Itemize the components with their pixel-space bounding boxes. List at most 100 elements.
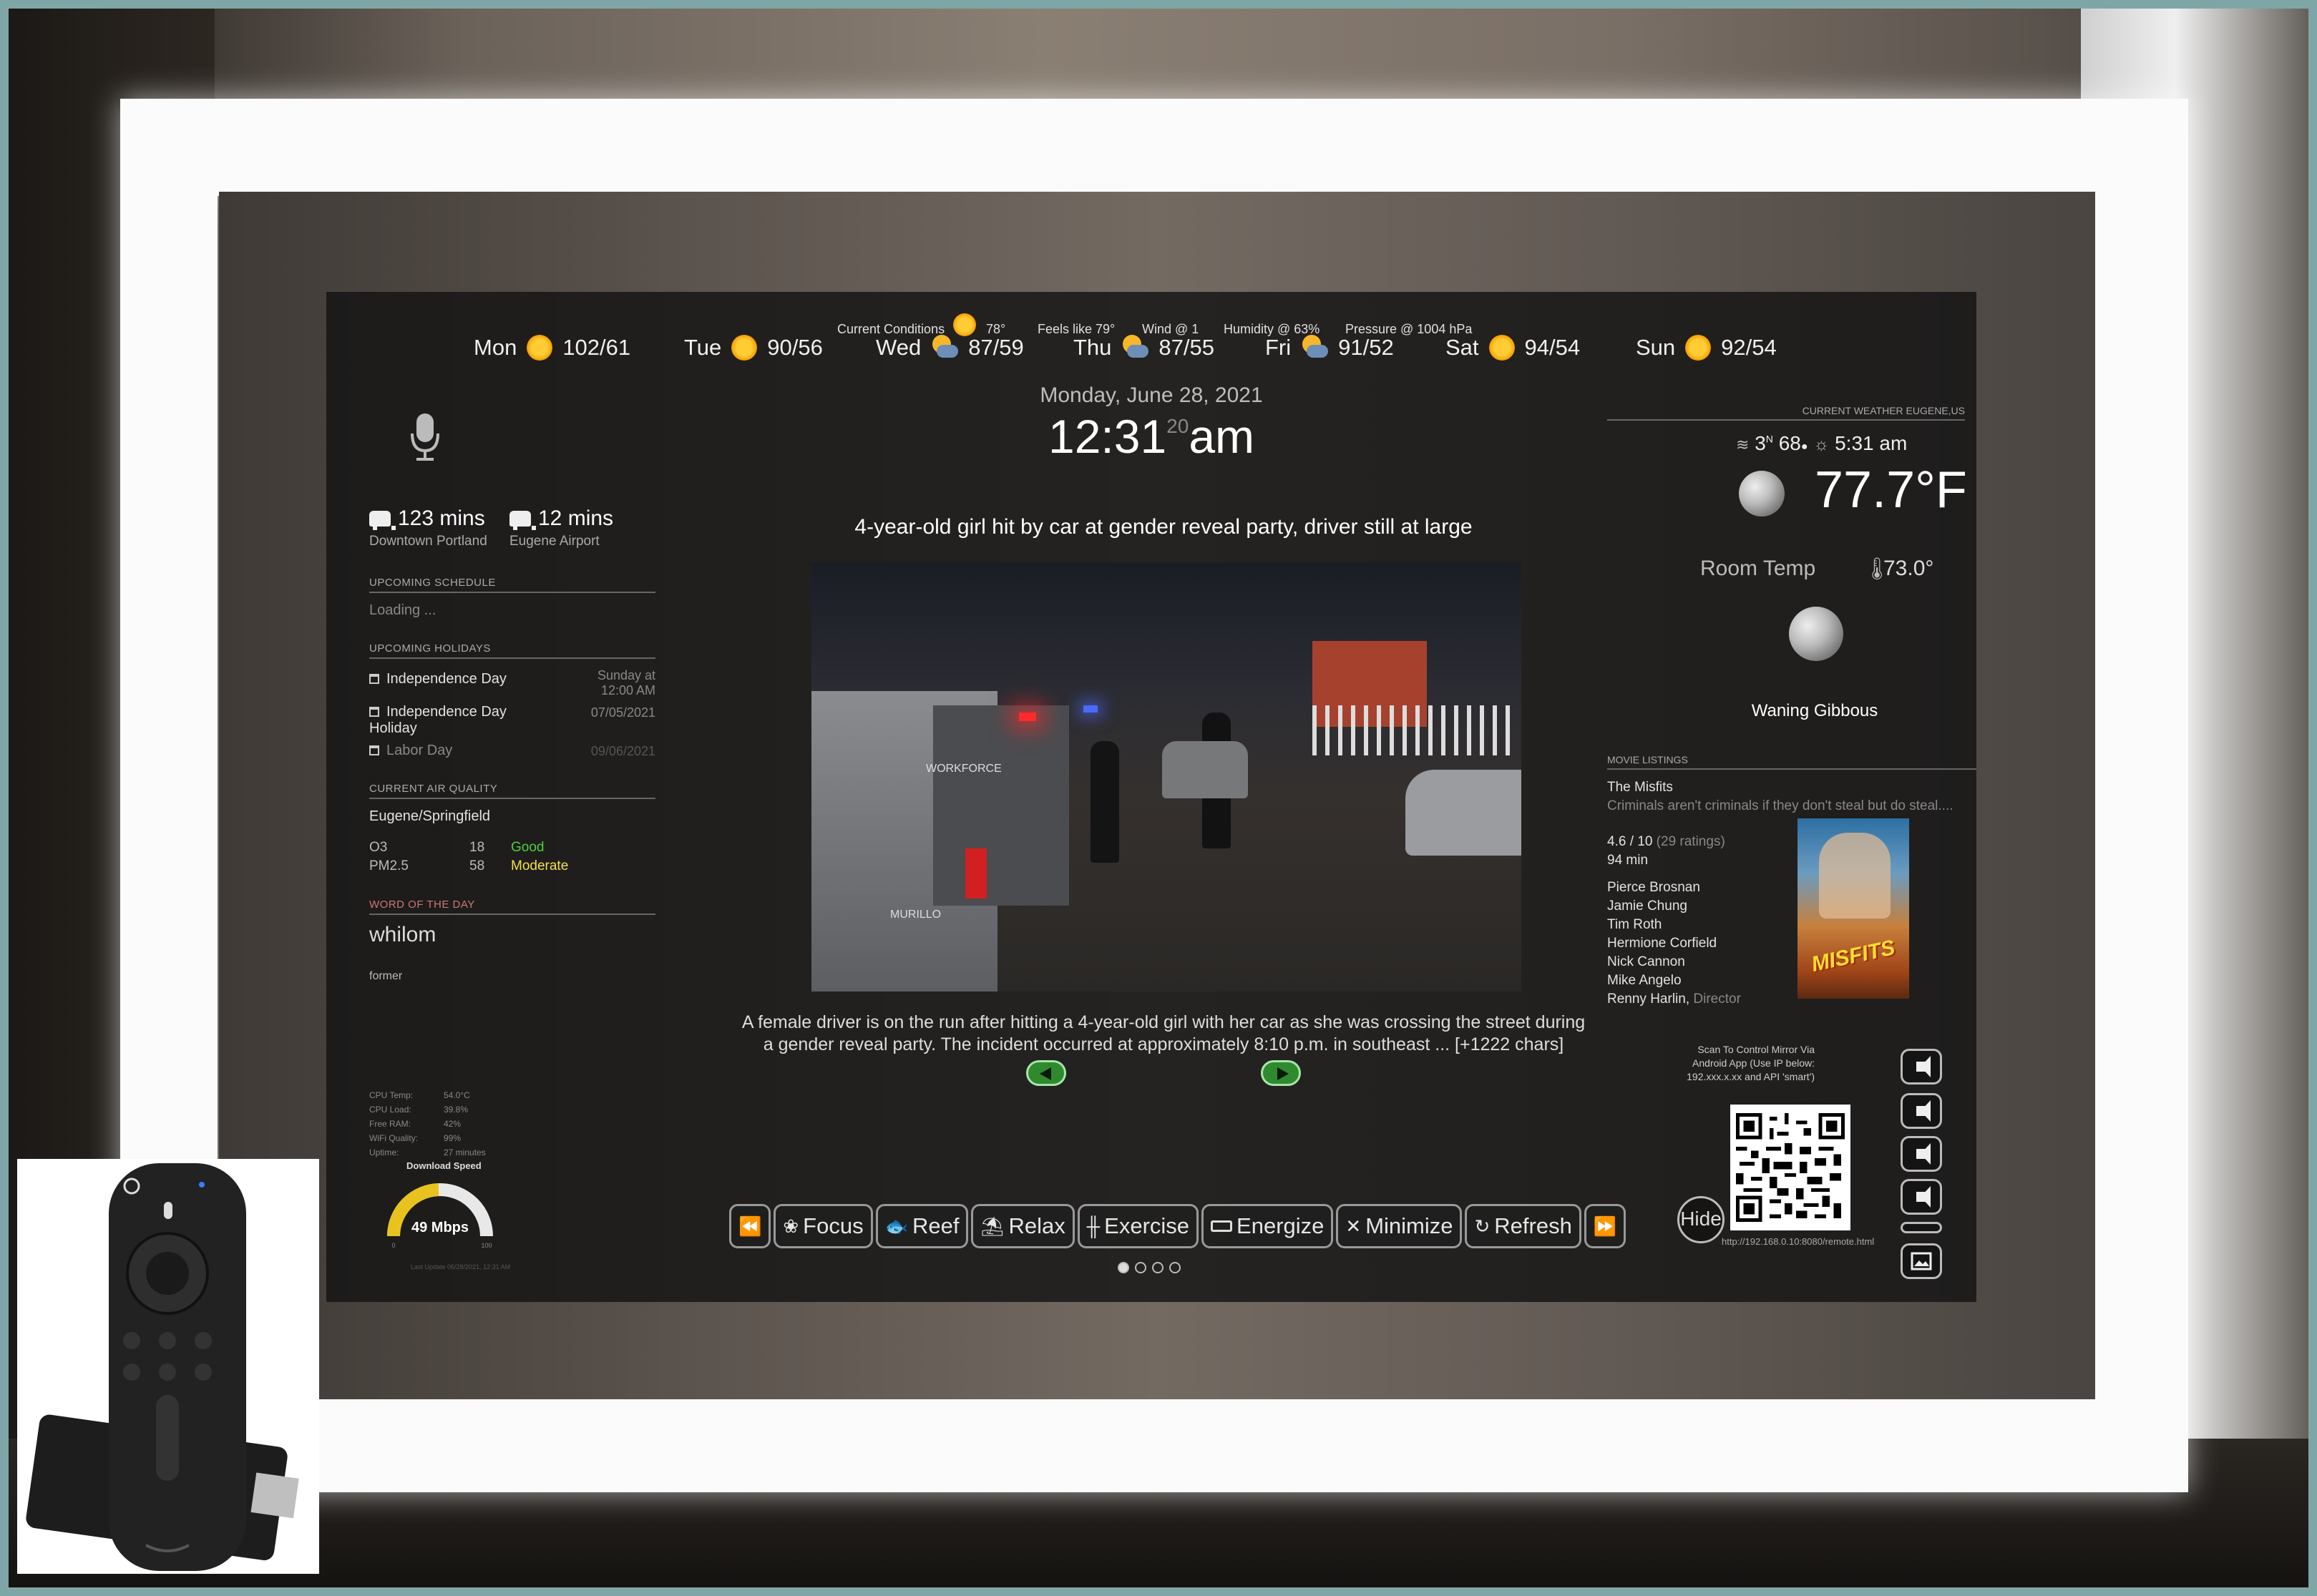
forecast-day: Sat 94/54 (1445, 335, 1580, 361)
next-page-button[interactable]: ⏩ (1584, 1204, 1626, 1248)
forecast-temps: 92/54 (1721, 335, 1777, 360)
word-definition: former (369, 970, 403, 982)
mute-button[interactable] (1901, 1136, 1942, 1172)
feels-like: Feels like 79° (1038, 322, 1116, 336)
room-temp-value: 73.0° (1883, 557, 1934, 580)
forecast-day-label: Tue (684, 335, 722, 360)
focus-label: Focus (803, 1213, 864, 1238)
energize-button[interactable]: Energize (1201, 1204, 1334, 1248)
news-next-button[interactable] (1261, 1060, 1301, 1086)
stat-row: CPU Load: (369, 1105, 411, 1115)
movie-cast-member: Tim Roth (1607, 917, 1662, 932)
page-dot[interactable] (1135, 1262, 1146, 1273)
gauge-max: 100 (481, 1242, 492, 1249)
stat-label: Free RAM: (369, 1119, 411, 1129)
news-image: WORKFORCE MURILLO (811, 562, 1521, 992)
holidays-heading: UPCOMING HOLIDAYS (369, 642, 655, 659)
air-quality-heading: CURRENT AIR QUALITY (369, 783, 655, 799)
exercise-button[interactable]: ╫ Exercise (1077, 1204, 1199, 1248)
movie-listings-heading: MOVIE LISTINGS (1607, 754, 1976, 770)
remote-url[interactable]: http://192.168.0.10:8080/remote.html (1722, 1236, 1874, 1247)
minimize-button[interactable]: ✕ Minimize (1336, 1204, 1463, 1248)
sun-icon (731, 335, 758, 361)
minimize-label: Minimize (1365, 1213, 1453, 1238)
poster-title: MISFITS (1809, 936, 1898, 976)
holiday-date: 07/05/2021 (590, 705, 655, 720)
stat-row: Free RAM: (369, 1119, 411, 1129)
volume-slider[interactable] (1901, 1222, 1942, 1233)
volume-down-button[interactable] (1901, 1093, 1942, 1129)
magic-mirror-dashboard: Mon 102/61 Tue 90/56 Wed 87/59 Thu 87/55… (326, 292, 1976, 1302)
stat-value: 42% (444, 1119, 462, 1129)
forecast-temps: 94/54 (1524, 335, 1581, 360)
room-temp-label: Room Temp (1700, 557, 1816, 580)
refresh-icon: ↻ (1474, 1215, 1491, 1237)
movie-cast-member: Mike Angelo (1607, 973, 1682, 988)
pollutant-value: 58 (469, 858, 485, 873)
image-text: WORKFORCE (926, 763, 1002, 775)
word-of-day-heading: WORD OF THE DAY (369, 899, 655, 915)
focus-button[interactable]: ❀ Focus (774, 1204, 873, 1248)
pollutant-name: O3 (369, 840, 388, 855)
travel-duration: 12 mins (538, 506, 614, 530)
movie-poster: MISFITS (1797, 818, 1909, 999)
image-truck-side (933, 705, 1069, 906)
stat-value: 39.8% (444, 1105, 469, 1115)
current-weather-heading: CURRENT WEATHER EUGENE,US (1607, 405, 1965, 421)
image-officer (1091, 741, 1119, 863)
refresh-label: Refresh (1494, 1213, 1572, 1238)
page-dot[interactable] (1169, 1262, 1181, 1273)
holiday-name: Independence Day Holiday (369, 704, 507, 736)
clock-time: 12:31 (1048, 410, 1167, 463)
movie-ratings-count: (29 ratings) (1656, 834, 1725, 849)
prev-page-button[interactable]: ⏪ (729, 1204, 771, 1248)
holiday-name: Independence Day (386, 671, 507, 687)
fish-icon: 🐟 (884, 1215, 908, 1237)
exercise-label: Exercise (1104, 1213, 1190, 1238)
movie-rating: 4.6 / 10 (1607, 834, 1653, 849)
wind-speed: 3 (1755, 432, 1766, 454)
microphone-icon[interactable] (409, 412, 441, 464)
current-temperature: 77.7°F (1815, 461, 1967, 519)
air-quality-location: Eugene/Springfield (369, 808, 491, 824)
calendar-icon (369, 745, 379, 755)
image-taillight (965, 848, 987, 899)
pollutant-name: PM2.5 (369, 858, 409, 873)
pollutant-value: 18 (469, 840, 485, 855)
hide-button[interactable]: Hide (1677, 1196, 1725, 1243)
image-text: MURILLO (890, 909, 942, 921)
speed-gauge: 49 Mbps 0 100 (387, 1183, 493, 1249)
schedule-status: Loading ... (369, 602, 436, 618)
holiday-date: Sunday at 12:00 AM (597, 668, 655, 697)
relax-button[interactable]: ⛱ Relax (971, 1204, 1075, 1248)
sunrise-time: 5:31 am (1835, 432, 1908, 454)
stat-row: CPU Temp: (369, 1090, 413, 1100)
date: Monday, June 28, 2021 (1040, 383, 1263, 407)
volume-low-button[interactable] (1901, 1179, 1942, 1215)
movie-rating-row: 4.6 / 10 (29 ratings) (1607, 834, 1725, 850)
volume-up-button[interactable] (1901, 1049, 1942, 1085)
forecast-day-label: Sun (1636, 335, 1676, 360)
background-image-button[interactable] (1901, 1243, 1942, 1279)
stat-label: WiFi Quality: (369, 1133, 419, 1143)
scan-instructions: Scan To Control Mirror Via Android App (… (1687, 1044, 1815, 1082)
image-icon (1911, 1252, 1932, 1271)
volume-low-icon (1916, 1186, 1931, 1208)
volume-down-icon (1916, 1100, 1931, 1122)
schedule-heading: UPCOMING SCHEDULE (369, 577, 655, 593)
forecast-day: Wed 87/59 (876, 335, 1024, 361)
news-prev-button[interactable] (1026, 1060, 1066, 1086)
movie-cast-member: Hermione Corfield (1607, 936, 1717, 951)
refresh-button[interactable]: ↻ Refresh (1465, 1204, 1581, 1248)
moon-weather-icon (1739, 471, 1785, 517)
current-conditions-label: Current Conditions (837, 322, 945, 336)
page-dot[interactable] (1118, 1262, 1129, 1273)
news-description: A female driver is on the run after hitt… (741, 1012, 1586, 1055)
forecast-temps: 87/59 (968, 335, 1024, 360)
page-dot[interactable] (1152, 1262, 1164, 1273)
reef-button[interactable]: 🐟 Reef (875, 1204, 969, 1248)
fast-forward-icon: ⏩ (1593, 1215, 1617, 1237)
qr-code[interactable] (1730, 1105, 1850, 1230)
speedtest-label: Download Speed (406, 1160, 482, 1171)
qr-code-graphic (1736, 1113, 1845, 1222)
